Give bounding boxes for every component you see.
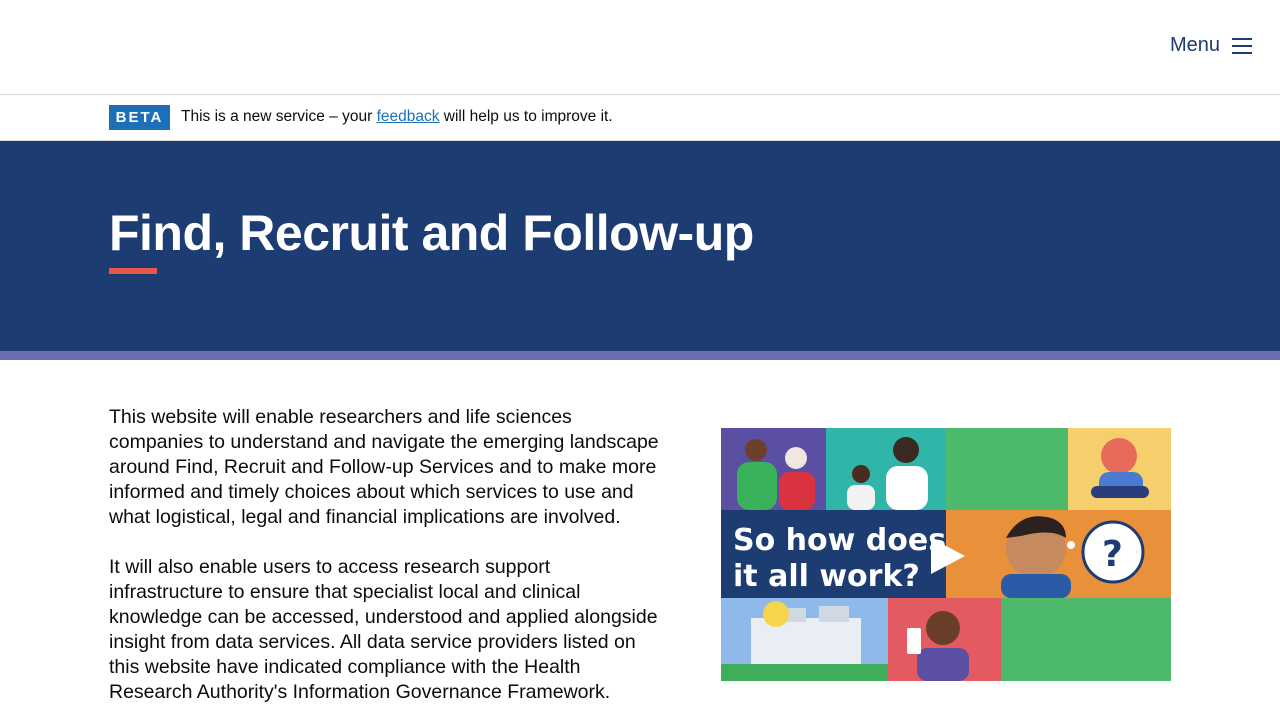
title-accent-bar — [109, 268, 157, 274]
question-mark-icon: ? — [1102, 534, 1123, 575]
hamburger-icon — [1232, 37, 1252, 54]
feedback-link[interactable]: feedback — [377, 108, 440, 125]
beta-banner: BETA This is a new service – your feedba… — [0, 95, 1280, 141]
video-caption-line1: So how does — [733, 523, 946, 558]
beta-text-after: will help us to improve it. — [443, 108, 613, 125]
beta-tag: BETA — [109, 105, 170, 130]
menu-button[interactable]: Menu — [1170, 34, 1252, 57]
intro-paragraph: It will also enable users to access rese… — [109, 556, 658, 703]
page-title: Find, Recruit and Follow-up — [109, 205, 754, 261]
hero-stripe — [0, 351, 1280, 360]
beta-message: This is a new service – your feedback wi… — [181, 108, 613, 126]
video-player[interactable]: So how does it all work? ? — [721, 428, 1171, 681]
video-caption-line2: it all work? — [733, 559, 920, 594]
beta-text-before: This is a new service – your — [181, 108, 373, 125]
hero-banner: Find, Recruit and Follow-up — [0, 141, 1280, 351]
video-thumbnail: So how does it all work? ? — [721, 428, 1171, 681]
menu-label: Menu — [1169, 34, 1220, 56]
intro-text: This website will enable researchers and… — [109, 405, 669, 720]
intro-paragraph: This website will enable researchers and… — [109, 406, 659, 528]
site-header: Menu — [0, 0, 1280, 95]
